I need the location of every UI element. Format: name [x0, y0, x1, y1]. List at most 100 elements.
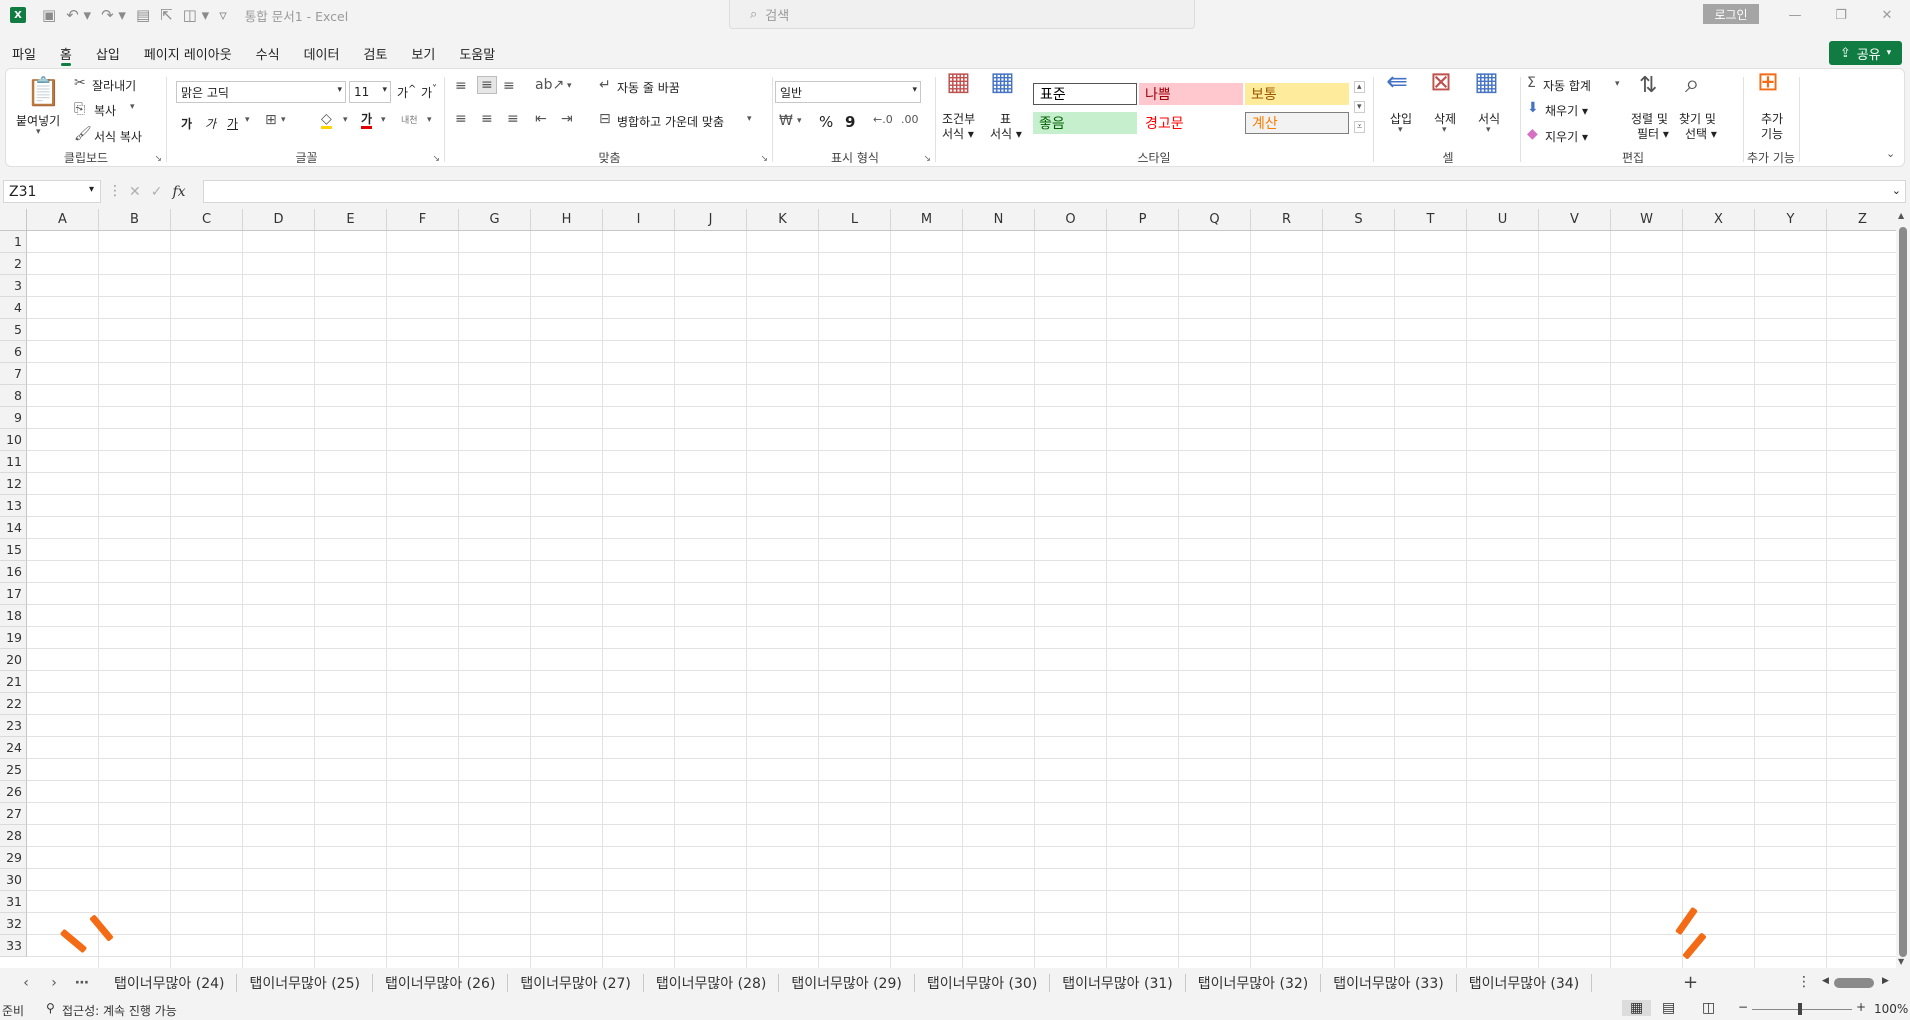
row-header[interactable]: 31: [0, 891, 27, 913]
style-warning[interactable]: 경고문: [1139, 112, 1243, 134]
row-header[interactable]: 5: [0, 319, 27, 341]
collapse-ribbon-icon[interactable]: ⌄: [1886, 147, 1895, 160]
column-header[interactable]: V: [1539, 209, 1611, 231]
number-format-select[interactable]: 일반 ▾: [775, 81, 921, 103]
row-header[interactable]: 17: [0, 583, 27, 605]
dialog-launcher-icon[interactable]: ↘: [432, 154, 440, 164]
align-left-icon[interactable]: ≡: [455, 111, 467, 127]
row-header[interactable]: 18: [0, 605, 27, 627]
column-header[interactable]: A: [27, 209, 99, 231]
row-header[interactable]: 12: [0, 473, 27, 495]
styles-scroll-up-icon[interactable]: ▴: [1354, 81, 1365, 93]
tab-page-layout[interactable]: 페이지 레이아웃: [132, 40, 244, 66]
align-right-icon[interactable]: ≡: [507, 111, 519, 127]
row-header[interactable]: 23: [0, 715, 27, 737]
row-header[interactable]: 1: [0, 231, 27, 253]
zoom-slider-thumb[interactable]: [1798, 1003, 1802, 1015]
vertical-scroll-thumb[interactable]: [1899, 227, 1907, 957]
increase-indent-icon[interactable]: ⇥: [561, 111, 573, 127]
accessibility-status[interactable]: 접근성: 계속 진행 가능: [62, 1002, 177, 1019]
italic-button[interactable]: 가: [205, 115, 216, 132]
autosum-button[interactable]: 자동 합계: [1543, 77, 1591, 94]
scroll-left-icon[interactable]: ◀: [1822, 976, 1829, 986]
chevron-down-icon[interactable]: ▾: [245, 115, 250, 125]
customize-icon[interactable]: ▿: [219, 6, 227, 24]
styles-more-icon[interactable]: ⩡: [1354, 121, 1366, 133]
row-header[interactable]: 8: [0, 385, 27, 407]
column-header[interactable]: C: [171, 209, 243, 231]
row-header[interactable]: 15: [0, 539, 27, 561]
column-header[interactable]: H: [531, 209, 603, 231]
zoom-slider[interactable]: [1752, 1009, 1852, 1010]
column-header[interactable]: B: [99, 209, 171, 231]
column-header[interactable]: R: [1251, 209, 1323, 231]
row-header[interactable]: 3: [0, 275, 27, 297]
formula-bar-grip-icon[interactable]: ⋮: [108, 183, 122, 199]
style-normal[interactable]: 표준: [1033, 83, 1137, 105]
column-header[interactable]: S: [1323, 209, 1395, 231]
percent-button[interactable]: %: [819, 113, 833, 131]
tab-view[interactable]: 보기: [399, 40, 447, 66]
underline-button[interactable]: 가: [227, 115, 238, 132]
tab-review[interactable]: 검토: [351, 40, 399, 66]
align-bottom-icon[interactable]: ≡: [503, 78, 515, 94]
cut-button[interactable]: 잘라내기: [92, 77, 136, 94]
copy-button[interactable]: 복사: [94, 102, 116, 119]
row-header[interactable]: 32: [0, 913, 27, 935]
insert-function-button[interactable]: fx: [172, 184, 185, 200]
save-icon[interactable]: ▣: [42, 6, 56, 24]
fill-button[interactable]: 채우기 ▾: [1545, 102, 1588, 119]
chevron-down-icon[interactable]: ▾: [567, 81, 572, 91]
sheet-tab[interactable]: 탭이너무많아 (28): [644, 974, 780, 992]
row-header[interactable]: 6: [0, 341, 27, 363]
increase-decimal-icon[interactable]: ←.0: [873, 113, 893, 126]
column-header[interactable]: K: [747, 209, 819, 231]
font-color-button[interactable]: 가: [361, 112, 373, 129]
sheet-tab[interactable]: 탭이너무많아 (26): [373, 974, 509, 992]
sheet-tab[interactable]: 탭이너무많아 (34): [1457, 974, 1593, 992]
row-header[interactable]: 7: [0, 363, 27, 385]
name-box[interactable]: Z31 ▾: [3, 180, 101, 203]
sort-filter-button[interactable]: 필터 ▾: [1637, 125, 1669, 142]
decrease-indent-icon[interactable]: ⇤: [535, 111, 547, 127]
tab-data[interactable]: 데이터: [292, 40, 352, 66]
chevron-down-icon[interactable]: ▾: [1442, 125, 1447, 135]
sheet-tab[interactable]: 탭이너무많아 (32): [1186, 974, 1322, 992]
column-header[interactable]: Z: [1827, 209, 1896, 231]
sheet-tab[interactable]: 탭이너무많아 (29): [779, 974, 915, 992]
chevron-down-icon[interactable]: ▾: [1486, 125, 1491, 135]
clear-button[interactable]: 지우기 ▾: [1545, 128, 1588, 145]
search-input[interactable]: ⌕ 검색: [729, 0, 1195, 29]
column-header[interactable]: N: [963, 209, 1035, 231]
scroll-down-icon[interactable]: ▼: [1898, 957, 1904, 966]
find-select-button[interactable]: 선택 ▾: [1685, 125, 1717, 142]
chevron-down-icon[interactable]: ▾: [1615, 79, 1620, 89]
style-bad[interactable]: 나쁨: [1139, 83, 1243, 105]
row-header[interactable]: 9: [0, 407, 27, 429]
next-sheet-icon[interactable]: ›: [40, 975, 68, 991]
row-header[interactable]: 33: [0, 935, 27, 957]
row-header[interactable]: 13: [0, 495, 27, 517]
shrink-font-button[interactable]: 가˅: [421, 84, 437, 101]
chevron-down-icon[interactable]: ▾: [36, 127, 41, 137]
minimize-icon[interactable]: —: [1772, 0, 1818, 30]
dialog-launcher-icon[interactable]: ↘: [154, 154, 162, 164]
formula-input[interactable]: ⌄: [203, 180, 1906, 203]
phonetic-button[interactable]: 내천: [401, 113, 418, 126]
paste-icon[interactable]: 📋: [26, 75, 61, 108]
wrap-text-button[interactable]: 자동 줄 바꿈: [617, 79, 680, 96]
align-middle-icon[interactable]: ≡: [477, 76, 497, 94]
conditional-format-button[interactable]: 서식 ▾: [942, 125, 974, 142]
form-icon[interactable]: ▤: [136, 6, 150, 24]
more-sheets-button[interactable]: ⋯: [68, 975, 96, 991]
chevron-down-icon[interactable]: ▾: [381, 115, 386, 125]
horizontal-scroll-thumb[interactable]: [1834, 978, 1874, 988]
zoom-in-icon[interactable]: +: [1856, 1000, 1866, 1014]
column-header[interactable]: D: [243, 209, 315, 231]
row-header[interactable]: 20: [0, 649, 27, 671]
enter-icon[interactable]: ✓: [151, 184, 163, 200]
zoom-out-icon[interactable]: −: [1738, 1000, 1748, 1014]
grow-font-button[interactable]: 가^: [397, 84, 416, 101]
tab-file[interactable]: 파일: [0, 40, 48, 66]
column-header[interactable]: Y: [1755, 209, 1827, 231]
